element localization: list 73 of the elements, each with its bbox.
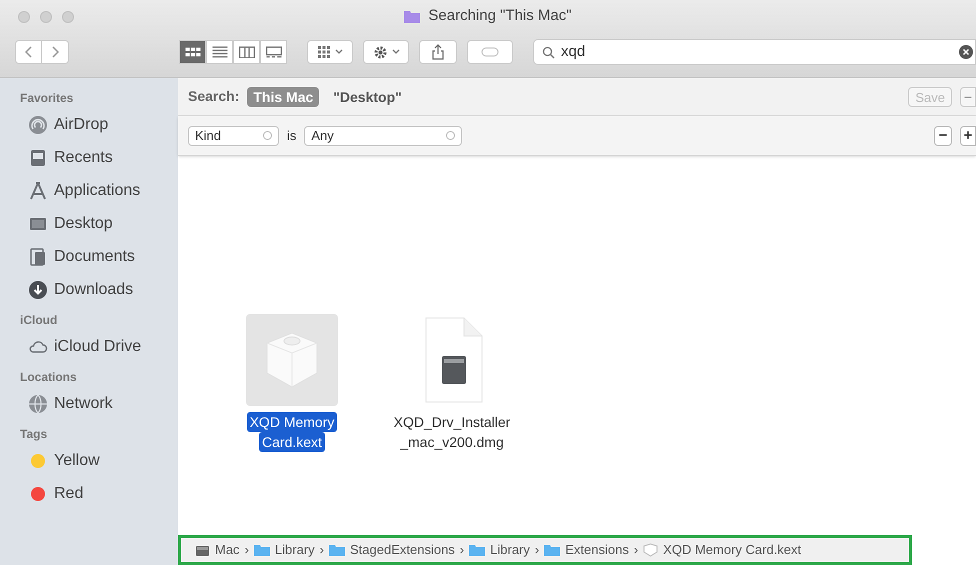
sidebar-heading: Favorites [20, 90, 74, 107]
search-icon [542, 46, 555, 58]
gear-icon [372, 44, 388, 60]
file-name[interactable]: XQD_Drv_Installer _mac_v200.dmg [390, 412, 514, 452]
globe-icon [28, 394, 48, 414]
search-field[interactable]: xqd [533, 39, 976, 65]
icon-grid-icon [184, 47, 200, 57]
back-icon [24, 46, 32, 58]
gallery-view-button[interactable] [260, 40, 287, 64]
documents-icon [28, 246, 48, 266]
path-item[interactable]: StagedExtensions [329, 540, 455, 560]
sidebar-item[interactable]: iCloud Drive [20, 330, 178, 363]
operator-label: is [287, 126, 296, 145]
sidebar-item[interactable]: Network [20, 387, 178, 420]
sidebar-item[interactable]: Desktop [20, 207, 178, 240]
applications-icon [28, 180, 48, 200]
airdrop-icon [28, 114, 48, 134]
sidebar-item[interactable]: Applications [20, 174, 178, 207]
chevron-down-icon [392, 49, 400, 55]
path-separator: › [320, 541, 324, 560]
recents-icon [28, 148, 48, 168]
list-icon [212, 46, 228, 58]
column-view-button[interactable] [233, 40, 260, 64]
sidebar-heading: Tags [20, 426, 48, 443]
action-button[interactable] [363, 40, 409, 64]
downloads-icon [28, 280, 48, 300]
icon-view-button[interactable] [179, 40, 206, 64]
kext-icon [643, 543, 658, 557]
criteria-dropdown[interactable]: Kind [188, 126, 279, 146]
forward-icon [51, 46, 59, 58]
remove-criteria-button[interactable]: − [934, 126, 952, 146]
folder-icon [254, 544, 270, 556]
stepper-icon [263, 130, 272, 141]
path-item[interactable]: Extensions [544, 540, 629, 560]
path-item[interactable]: XQD Memory Card.kext [643, 540, 802, 560]
sidebar-heading: Locations [20, 369, 78, 386]
chevron-down-icon [335, 49, 343, 55]
folder-icon [469, 544, 486, 556]
path-item[interactable]: Library [469, 540, 530, 560]
kext-file-icon [246, 314, 338, 406]
sidebar-item[interactable]: Documents [20, 240, 178, 273]
share-icon [432, 44, 444, 60]
path-separator: › [244, 541, 249, 560]
list-view-button[interactable] [206, 40, 233, 64]
window-title: Searching "This Mac" [428, 6, 572, 26]
sidebar-item[interactable]: Red [20, 477, 178, 510]
sidebar-item[interactable]: AirDrop [20, 108, 178, 141]
columns-icon [238, 46, 254, 58]
grid-icon [317, 45, 331, 59]
add-criteria-button[interactable]: + [960, 126, 976, 146]
path-separator: › [460, 541, 464, 560]
gallery-icon [266, 46, 282, 58]
sidebar-item[interactable]: Recents [20, 141, 178, 174]
path-item[interactable]: Mac [195, 540, 240, 560]
forward-button[interactable] [42, 40, 69, 64]
arrange-button[interactable] [307, 40, 353, 64]
clear-icon[interactable] [959, 45, 973, 59]
tag-icon [481, 47, 499, 57]
path-item[interactable]: Library [254, 540, 315, 560]
sidebar-item[interactable]: Yellow [20, 444, 178, 477]
folder-icon [544, 544, 560, 556]
folder-icon [404, 10, 420, 22]
search-scope-button[interactable]: "Desktop" [327, 86, 408, 106]
value-dropdown[interactable]: Any [304, 126, 462, 146]
folder-icon [329, 544, 345, 556]
sidebar-heading: iCloud [20, 312, 58, 329]
stepper-icon [446, 130, 456, 141]
search-label: Search: [188, 87, 240, 106]
sidebar-item[interactable]: Downloads [20, 273, 178, 306]
back-button[interactable] [15, 40, 42, 64]
share-button[interactable] [419, 40, 457, 64]
path-separator: › [634, 541, 638, 560]
path-separator: › [534, 541, 540, 560]
